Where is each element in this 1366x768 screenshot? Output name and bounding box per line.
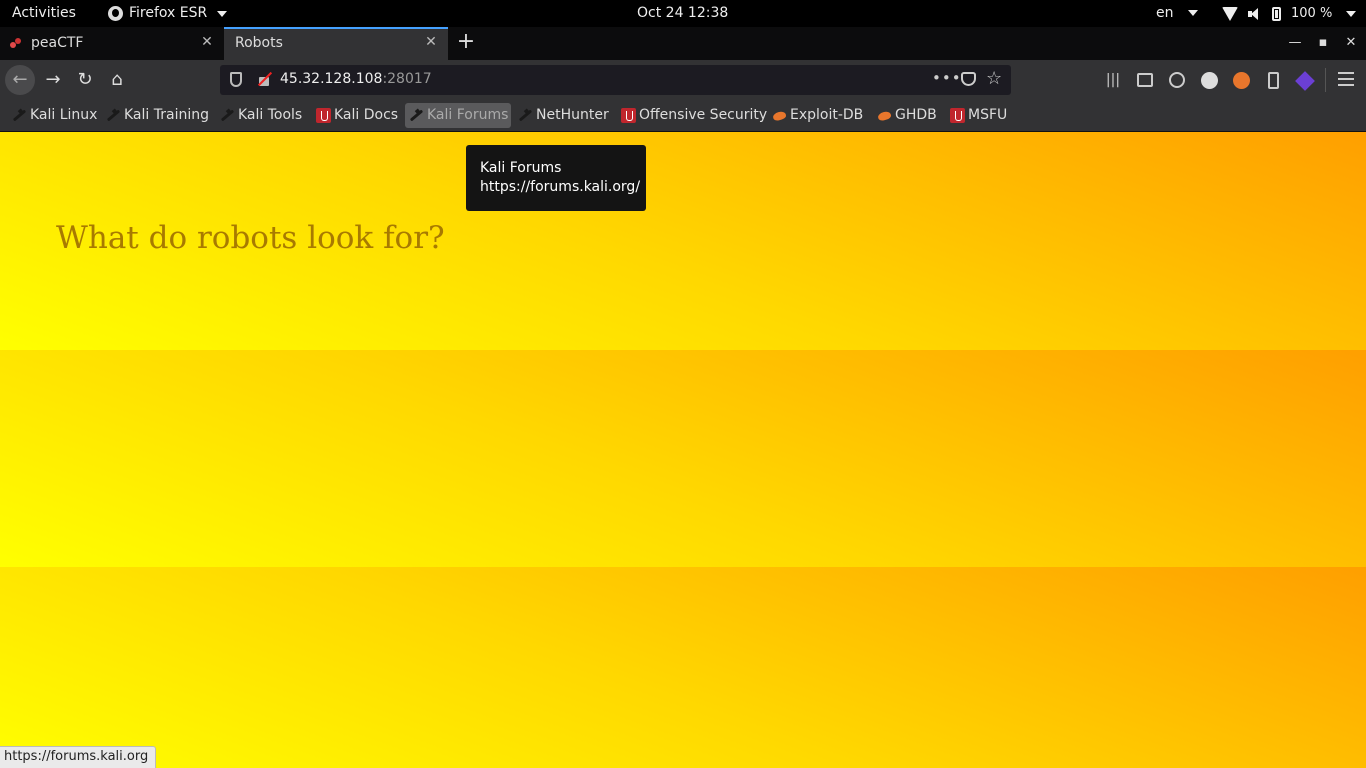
system-menu[interactable]: 100 % <box>1222 0 1357 27</box>
account-icon[interactable] <box>1169 72 1185 88</box>
minimize-window-button[interactable]: — <box>1287 35 1303 51</box>
tab-label: Robots <box>235 35 283 51</box>
page-actions-menu-icon[interactable]: ••• <box>932 69 962 87</box>
exploitdb-icon <box>772 108 787 123</box>
kali-dragon-icon <box>406 105 427 126</box>
kali-dragon-icon <box>217 105 238 126</box>
firefox-icon <box>108 6 123 21</box>
close-window-button[interactable]: ✕ <box>1343 35 1359 51</box>
extension-orange-icon[interactable] <box>1233 72 1250 89</box>
bookmark-kali-tools[interactable]: Kali Tools <box>216 103 302 128</box>
url-host: 45.32.128.108 <box>280 71 383 87</box>
bookmark-exploit-db[interactable]: Exploit-DB <box>768 103 863 128</box>
bookmark-label: Offensive Security <box>639 107 768 123</box>
tooltip-url: https://forums.kali.org/ <box>480 179 641 195</box>
pocket-icon[interactable] <box>961 72 976 86</box>
language-label: en <box>1156 5 1174 21</box>
bookmark-label: Kali Docs <box>334 107 399 123</box>
status-link-preview: https://forums.kali.org <box>0 746 156 768</box>
battery-icon <box>1272 6 1281 21</box>
sidebar-icon[interactable] <box>1137 73 1153 87</box>
bookmark-ghdb[interactable]: GHDB <box>873 103 937 128</box>
offsec-icon <box>621 108 636 123</box>
insecure-lock-icon[interactable] <box>258 72 270 86</box>
bookmark-label: Kali Training <box>124 107 209 123</box>
navigation-toolbar: ← → ↻ ⌂ 45.32.128.108:28017 ••• ☆ ||| <box>0 60 1366 100</box>
volume-icon <box>1248 7 1262 21</box>
reload-button[interactable]: ↻ <box>70 65 100 95</box>
bookmark-kali-forums[interactable]: Kali Forums <box>405 103 511 128</box>
new-tab-button[interactable]: + <box>455 31 477 53</box>
bookmark-nethunter[interactable]: NetHunter <box>514 103 609 128</box>
tab-robots[interactable]: Robots ✕ <box>224 27 448 60</box>
tab-peactf[interactable]: peaCTF ✕ <box>0 27 224 60</box>
forward-button[interactable]: → <box>38 65 68 95</box>
gradient-band <box>0 350 1366 567</box>
app-menu-button[interactable]: Firefox ESR <box>108 0 228 27</box>
url-text[interactable]: 45.32.128.108:28017 <box>280 71 432 87</box>
bookmark-kali-linux[interactable]: Kali Linux <box>8 103 97 128</box>
cookie-editor-icon[interactable] <box>1201 72 1218 89</box>
tab-label: peaCTF <box>31 35 84 51</box>
activities-button[interactable]: Activities <box>12 0 76 27</box>
kali-docs-icon <box>316 108 331 123</box>
toolbar-divider <box>1325 68 1326 92</box>
tracking-protection-shield-icon[interactable] <box>230 72 242 87</box>
gnome-top-bar: Activities Firefox ESR Oct 24 12:38 en 1… <box>0 0 1366 27</box>
exploitdb-icon <box>877 108 892 123</box>
kali-dragon-icon <box>515 105 536 126</box>
bookmark-kali-training[interactable]: Kali Training <box>102 103 209 128</box>
maximize-window-button[interactable]: ▪ <box>1315 35 1331 51</box>
kali-dragon-icon <box>9 105 30 126</box>
hamburger-menu-icon[interactable] <box>1338 72 1354 88</box>
back-button[interactable]: ← <box>5 65 35 95</box>
chevron-down-icon <box>217 10 228 17</box>
url-port: :28017 <box>382 71 432 87</box>
bookmark-label: Exploit-DB <box>790 107 864 123</box>
kali-dragon-icon <box>103 105 124 126</box>
battery-percent: 100 % <box>1291 6 1333 21</box>
offsec-icon <box>950 108 965 123</box>
page-content: What do robots look for? <box>0 132 1366 768</box>
close-icon[interactable]: ✕ <box>199 34 215 50</box>
language-indicator[interactable]: en <box>1156 0 1198 27</box>
bookmark-label: Kali Forums <box>427 107 509 123</box>
gradient-band <box>0 567 1366 768</box>
chevron-down-icon <box>1187 10 1198 16</box>
bookmark-label: NetHunter <box>536 107 609 123</box>
bookmarks-toolbar: Kali Linux Kali Training Kali Tools Kali… <box>0 100 1366 132</box>
bookmark-msfu[interactable]: MSFU <box>946 103 1007 128</box>
app-menu-label: Firefox ESR <box>129 5 208 21</box>
bookmark-offensive-security[interactable]: Offensive Security <box>617 103 767 128</box>
clock[interactable]: Oct 24 12:38 <box>637 0 728 27</box>
address-bar[interactable]: 45.32.128.108:28017 ••• ☆ <box>220 65 1011 95</box>
bookmark-label: GHDB <box>895 107 937 123</box>
tooltip-title: Kali Forums <box>480 160 562 176</box>
chevron-down-icon <box>1346 10 1357 17</box>
bookmark-label: MSFU <box>968 107 1008 123</box>
home-button[interactable]: ⌂ <box>102 65 132 95</box>
responsive-design-icon[interactable] <box>1268 72 1279 89</box>
library-icon[interactable]: ||| <box>1104 71 1122 89</box>
bookmark-star-icon[interactable]: ☆ <box>986 68 1002 89</box>
extension-purple-icon[interactable] <box>1295 71 1315 91</box>
bookmark-tooltip: Kali Forums https://forums.kali.org/ <box>466 145 646 211</box>
bookmark-kali-docs[interactable]: Kali Docs <box>312 103 398 128</box>
bookmark-label: Kali Linux <box>30 107 98 123</box>
close-icon[interactable]: ✕ <box>423 34 439 50</box>
peactf-favicon-icon <box>10 38 22 50</box>
bookmark-label: Kali Tools <box>238 107 303 123</box>
page-heading: What do robots look for? <box>56 220 445 256</box>
tab-strip: peaCTF ✕ Robots ✕ + — ▪ ✕ <box>0 27 1366 60</box>
wifi-icon <box>1222 6 1238 21</box>
